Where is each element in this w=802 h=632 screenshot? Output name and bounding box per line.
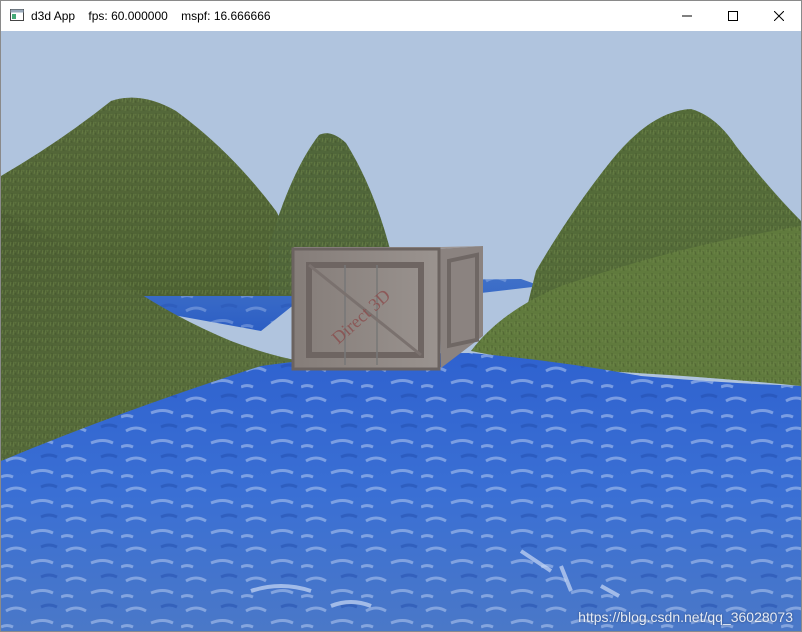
- 3d-scene: Direct 3D: [1, 31, 801, 631]
- close-button[interactable]: [756, 1, 802, 31]
- render-viewport[interactable]: Direct 3D https://blog.csdn.net/qq_36028…: [1, 31, 801, 631]
- title-app-name: d3d App: [31, 9, 76, 23]
- window-title: d3d App fps: 60.000000 mspf: 16.666666: [31, 9, 271, 23]
- maximize-button[interactable]: [710, 1, 756, 31]
- minimize-icon: [682, 15, 692, 17]
- wooden-crate: Direct 3D: [291, 246, 483, 371]
- title-mspf: mspf: 16.666666: [181, 9, 271, 23]
- close-icon: [774, 11, 784, 21]
- app-icon: [10, 9, 24, 21]
- title-fps: fps: 60.000000: [88, 9, 168, 23]
- minimize-button[interactable]: [664, 1, 710, 31]
- title-bar[interactable]: d3d App fps: 60.000000 mspf: 16.666666: [1, 1, 801, 31]
- maximize-icon: [728, 11, 738, 21]
- app-window: d3d App fps: 60.000000 mspf: 16.666666 D…: [0, 0, 802, 632]
- watermark: https://blog.csdn.net/qq_36028073: [578, 609, 793, 625]
